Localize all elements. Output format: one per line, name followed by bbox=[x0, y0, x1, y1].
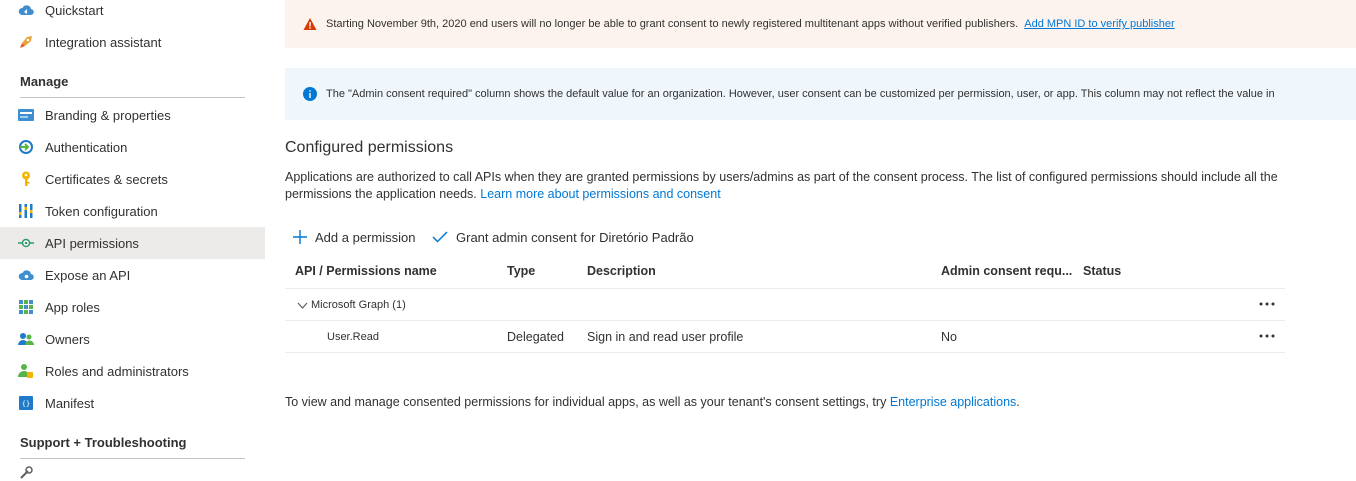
column-header-type[interactable]: Type bbox=[507, 264, 535, 278]
footer-note: To view and manage consented permissions… bbox=[285, 395, 1020, 409]
sidebar: Quickstart Integration assistant Manage … bbox=[0, 0, 265, 479]
sidebar-item-app-roles[interactable]: App roles bbox=[0, 291, 265, 323]
grant-admin-consent-label: Grant admin consent for Diretório Padrão bbox=[456, 229, 694, 245]
permission-type: Delegated bbox=[507, 330, 564, 344]
table-divider bbox=[285, 352, 1285, 353]
sidebar-item-authentication[interactable]: Authentication bbox=[0, 131, 265, 163]
footer-end: . bbox=[1016, 395, 1020, 409]
authentication-icon bbox=[18, 139, 34, 155]
sidebar-item-quickstart[interactable]: Quickstart bbox=[0, 0, 265, 26]
sidebar-item-label: Authentication bbox=[45, 139, 128, 155]
warning-text: Starting November 9th, 2020 end users wi… bbox=[326, 18, 1019, 30]
sidebar-item-label: Expose an API bbox=[45, 267, 131, 283]
chevron-down-icon bbox=[297, 302, 308, 309]
sidebar-item-label: Quickstart bbox=[45, 2, 104, 18]
column-header-status[interactable]: Status bbox=[1083, 264, 1121, 278]
enterprise-applications-link[interactable]: Enterprise applications bbox=[890, 395, 1016, 409]
column-header-description[interactable]: Description bbox=[587, 264, 656, 278]
sidebar-item-troubleshooting-partial[interactable] bbox=[0, 462, 265, 479]
sidebar-item-label: Certificates & secrets bbox=[45, 171, 168, 187]
api-permissions-icon bbox=[18, 235, 34, 251]
group-row-toggle[interactable] bbox=[297, 298, 308, 312]
checkmark-icon bbox=[432, 231, 448, 243]
section-title-manage: Manage bbox=[20, 74, 69, 89]
manifest-icon: {} bbox=[18, 395, 34, 411]
app-roles-grid-icon bbox=[18, 299, 34, 315]
quickstart-cloud-icon bbox=[18, 2, 34, 18]
sidebar-item-owners[interactable]: Owners bbox=[0, 323, 265, 355]
info-banner: The "Admin consent required" column show… bbox=[285, 68, 1356, 120]
sidebar-item-label: App roles bbox=[45, 299, 100, 315]
page-section-title: Configured permissions bbox=[285, 139, 454, 156]
sidebar-item-certificates[interactable]: Certificates & secrets bbox=[0, 163, 265, 195]
table-divider bbox=[285, 320, 1285, 321]
permission-name-link[interactable]: User.Read bbox=[327, 331, 379, 343]
sidebar-item-token-configuration[interactable]: Token configuration bbox=[0, 195, 265, 227]
info-text: The "Admin consent required" column show… bbox=[326, 88, 1275, 100]
sidebar-item-label: Roles and administrators bbox=[45, 363, 189, 379]
branding-icon bbox=[18, 107, 34, 123]
add-mpn-id-link[interactable]: Add MPN ID to verify publisher bbox=[1024, 18, 1174, 30]
info-icon bbox=[303, 87, 317, 101]
sidebar-item-integration-assistant[interactable]: Integration assistant bbox=[0, 26, 265, 58]
sidebar-item-roles-administrators[interactable]: Roles and administrators bbox=[0, 355, 265, 387]
plus-icon bbox=[293, 230, 307, 244]
sidebar-item-label: Owners bbox=[45, 331, 90, 347]
owners-icon bbox=[18, 331, 34, 347]
cloud-expose-icon bbox=[18, 267, 34, 283]
section-divider bbox=[20, 458, 245, 459]
grant-admin-consent-button[interactable]: Grant admin consent for Diretório Padrão bbox=[432, 226, 694, 248]
troubleshoot-icon bbox=[18, 465, 34, 481]
more-options-icon[interactable] bbox=[1257, 297, 1277, 311]
section-divider bbox=[20, 97, 245, 98]
more-options-icon[interactable] bbox=[1257, 329, 1277, 343]
key-icon bbox=[18, 171, 34, 187]
svg-text:{}: {} bbox=[22, 400, 30, 408]
sidebar-item-api-permissions[interactable]: API permissions bbox=[0, 227, 265, 259]
learn-more-link[interactable]: Learn more about permissions and consent bbox=[480, 187, 720, 201]
permission-admin-consent: No bbox=[941, 330, 957, 344]
permission-description: Sign in and read user profile bbox=[587, 330, 744, 344]
sidebar-item-label: Token configuration bbox=[45, 203, 158, 219]
add-permission-label: Add a permission bbox=[315, 229, 416, 245]
group-microsoft-graph[interactable]: Microsoft Graph (1) bbox=[311, 299, 406, 311]
sidebar-item-label: Manifest bbox=[45, 395, 95, 411]
column-header-admin-consent[interactable]: Admin consent requ... bbox=[941, 264, 1072, 278]
sidebar-item-label: Branding & properties bbox=[45, 107, 171, 123]
table-divider bbox=[285, 288, 1285, 289]
add-permission-button[interactable]: Add a permission bbox=[293, 226, 415, 248]
sidebar-item-branding[interactable]: Branding & properties bbox=[0, 99, 265, 131]
section-title-support: Support + Troubleshooting bbox=[20, 435, 187, 450]
warning-banner: Starting November 9th, 2020 end users wi… bbox=[285, 0, 1356, 48]
token-bars-icon bbox=[18, 203, 34, 219]
sidebar-item-expose-an-api[interactable]: Expose an API bbox=[0, 259, 265, 291]
sidebar-item-manifest[interactable]: {} Manifest bbox=[0, 387, 265, 419]
footer-text: To view and manage consented permissions… bbox=[285, 395, 887, 409]
rocket-icon bbox=[18, 34, 34, 50]
sidebar-item-label: Integration assistant bbox=[45, 34, 162, 50]
sidebar-item-label: API permissions bbox=[45, 235, 139, 251]
description-text: Applications are authorized to call APIs… bbox=[285, 170, 1278, 201]
section-description: Applications are authorized to call APIs… bbox=[285, 169, 1285, 203]
warning-triangle-icon bbox=[303, 17, 317, 31]
roles-admin-icon bbox=[18, 363, 34, 379]
column-header-name[interactable]: API / Permissions name bbox=[295, 264, 437, 278]
